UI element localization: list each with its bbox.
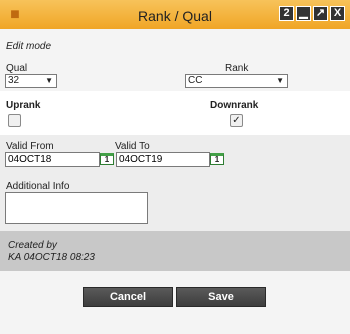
close-button[interactable]: X xyxy=(330,6,345,21)
calendar-icon[interactable]: 1 xyxy=(210,153,224,165)
checkmark-icon: ✓ xyxy=(232,115,241,126)
created-by-value: KA 04OCT18 08:23 xyxy=(8,252,95,263)
validity-section: Valid From 1 Valid To 1 Additional Info xyxy=(0,135,350,231)
created-info-section: Created by KA 04OCT18 08:23 xyxy=(0,231,350,271)
qual-rank-section: Edit mode Qual 32 ▼ Rank CC ▼ xyxy=(0,29,350,91)
valid-to-label: Valid To xyxy=(115,141,150,152)
minimize-button[interactable]: ▁ xyxy=(296,6,311,21)
downrank-checkbox[interactable]: ✓ xyxy=(230,114,243,127)
chevron-down-icon: ▼ xyxy=(45,76,53,85)
valid-from-input[interactable] xyxy=(5,152,100,167)
created-by-label: Created by xyxy=(8,240,57,251)
qual-value: 32 xyxy=(8,75,20,86)
uprank-checkbox[interactable] xyxy=(8,114,21,127)
additional-info-label: Additional Info xyxy=(6,181,70,192)
edit-mode-label: Edit mode xyxy=(6,41,52,52)
rank-value: CC xyxy=(188,75,203,86)
chevron-down-icon: ▼ xyxy=(276,76,284,85)
title-bar: ■ Rank / Qual 2 ▁ ↗ X xyxy=(0,0,350,30)
qual-label: Qual xyxy=(6,63,28,74)
calendar-icon[interactable]: 1 xyxy=(100,153,114,165)
help-button[interactable]: 2 xyxy=(279,6,294,21)
save-button[interactable]: Save xyxy=(176,287,266,307)
qual-select[interactable]: 32 ▼ xyxy=(5,74,57,88)
maximize-button[interactable]: ↗ xyxy=(313,6,328,21)
valid-to-input[interactable] xyxy=(116,152,210,167)
valid-from-label: Valid From xyxy=(6,141,54,152)
cancel-button[interactable]: Cancel xyxy=(83,287,173,307)
action-bar: Cancel Save xyxy=(0,271,350,334)
downrank-label: Downrank xyxy=(210,100,259,111)
rank-change-section: Uprank Downrank ✓ xyxy=(0,91,350,135)
rank-label: Rank xyxy=(225,63,249,74)
rank-select[interactable]: CC ▼ xyxy=(185,74,288,88)
additional-info-textarea[interactable] xyxy=(5,192,148,224)
uprank-label: Uprank xyxy=(6,100,41,111)
